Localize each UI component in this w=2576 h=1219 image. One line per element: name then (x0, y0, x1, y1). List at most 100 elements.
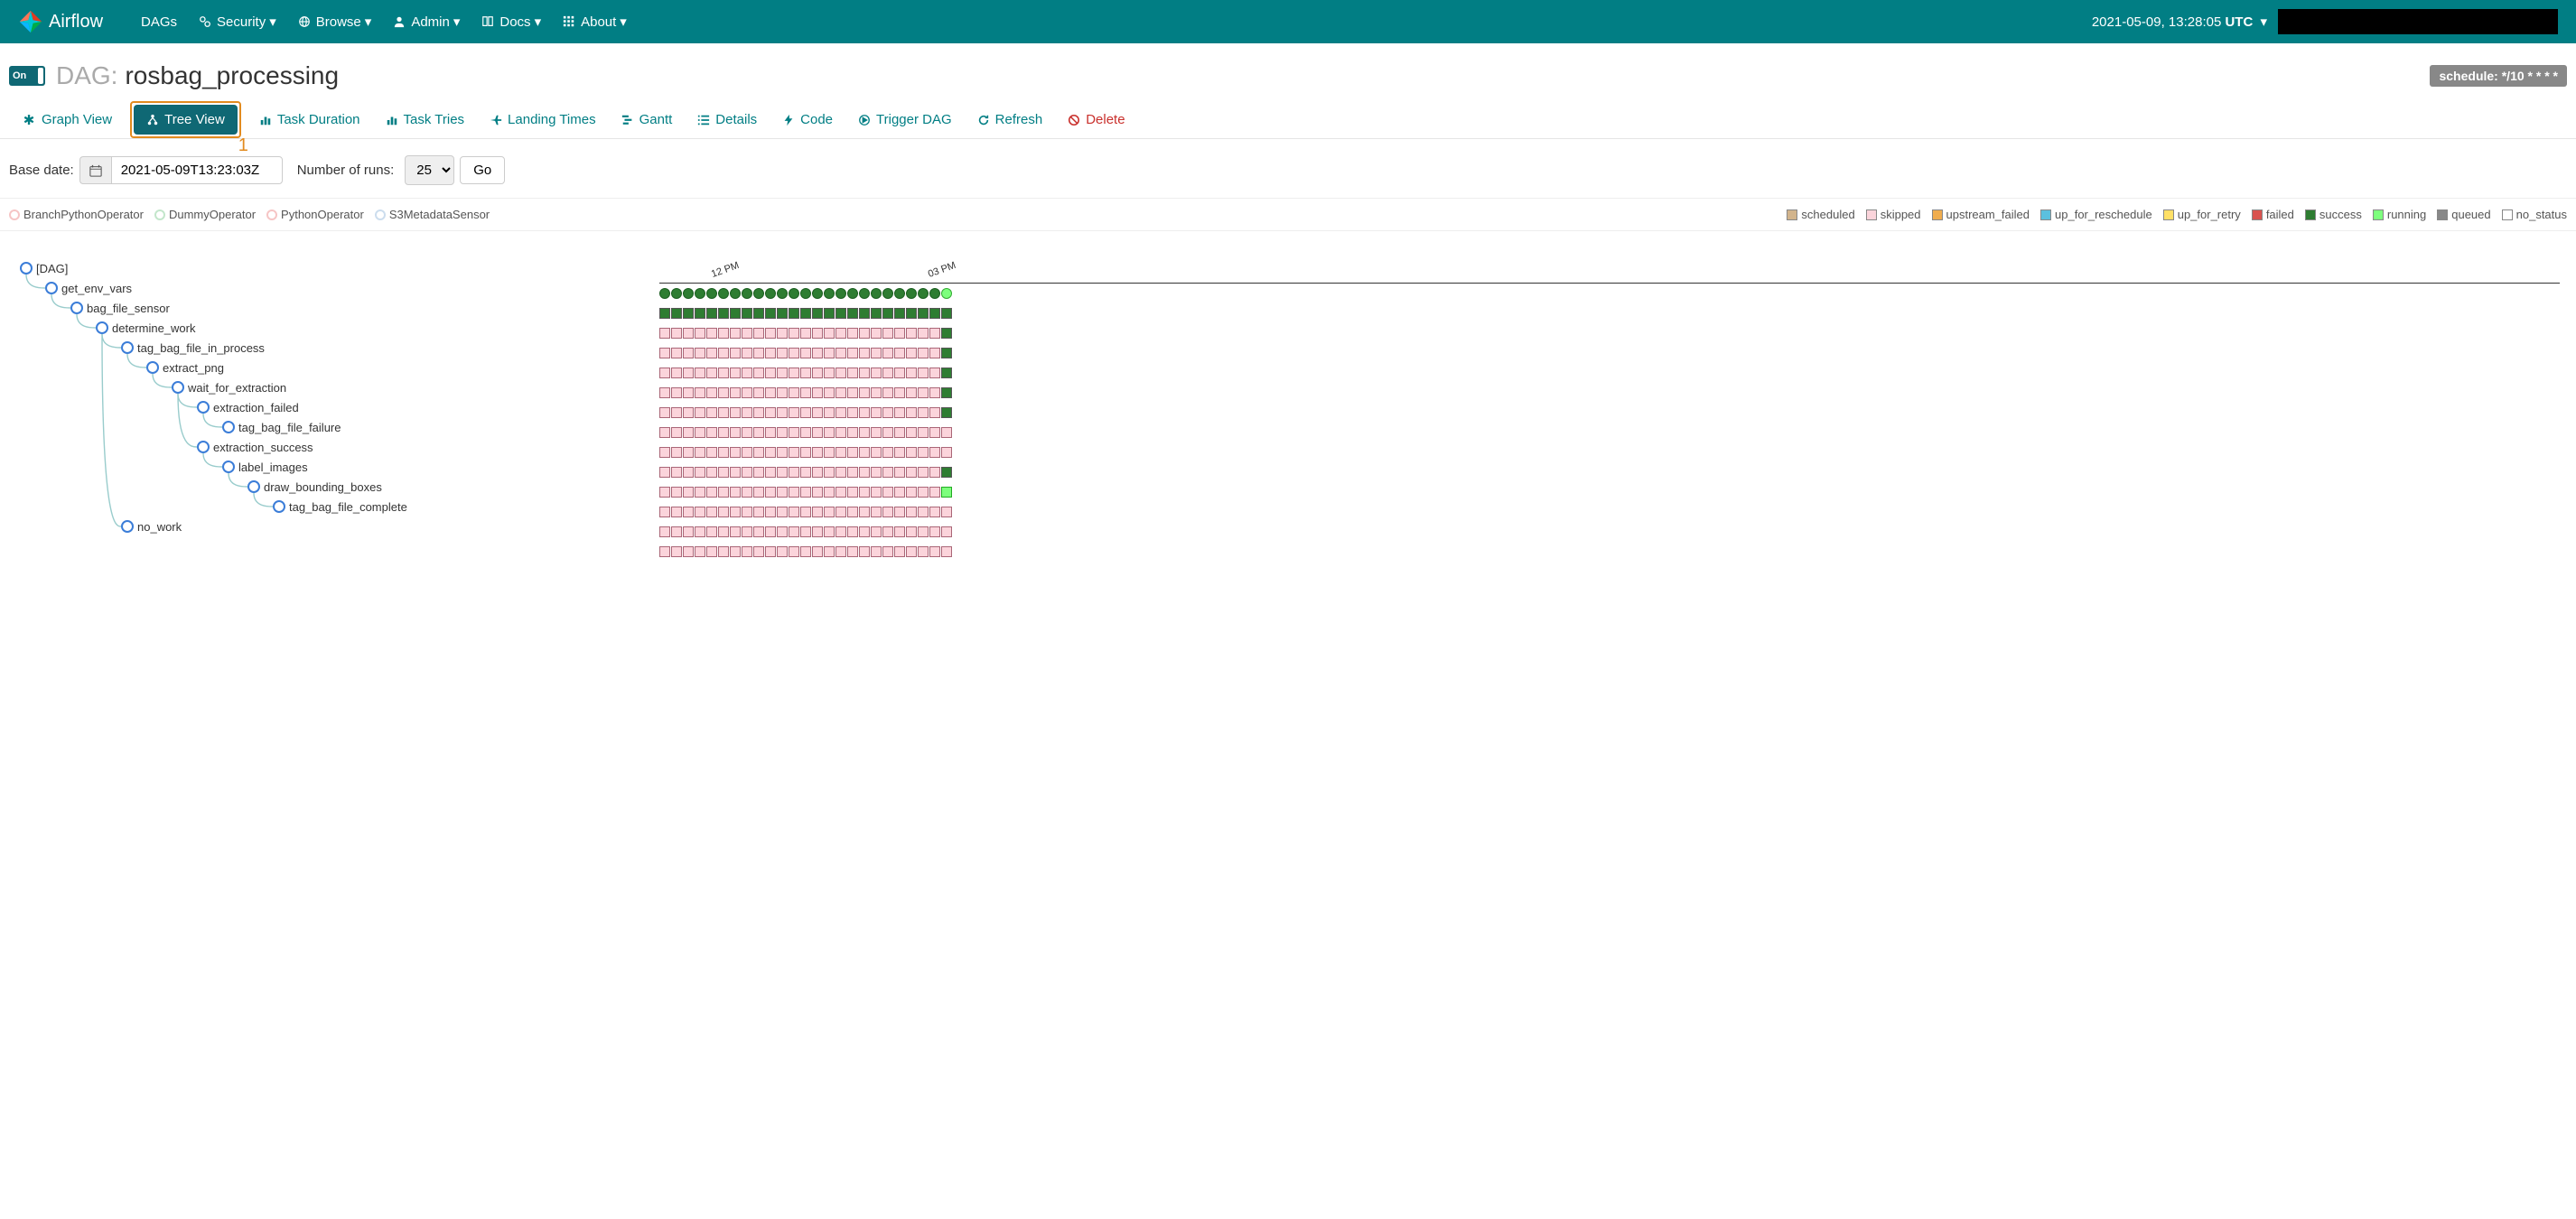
task-run-cell[interactable] (918, 308, 929, 319)
task-run-cell[interactable] (800, 447, 811, 458)
task-run-cell[interactable] (718, 427, 729, 438)
task-run-cell[interactable] (824, 546, 835, 557)
task-run-cell[interactable] (929, 368, 940, 378)
task-run-cell[interactable] (765, 328, 776, 339)
task-run-cell[interactable] (824, 308, 835, 319)
task-run-cell[interactable] (812, 526, 823, 537)
task-run-cell[interactable] (671, 348, 682, 358)
task-run-cell[interactable] (683, 308, 694, 319)
task-run-cell[interactable] (777, 467, 788, 478)
task-run-cell[interactable] (871, 348, 882, 358)
dag-run-cell[interactable] (894, 288, 905, 299)
task-run-cell[interactable] (718, 467, 729, 478)
task-run-cell[interactable] (789, 526, 799, 537)
task-run-cell[interactable] (659, 467, 670, 478)
task-run-cell[interactable] (941, 328, 952, 339)
task-run-cell[interactable] (882, 407, 893, 418)
task-run-cell[interactable] (894, 368, 905, 378)
task-run-cell[interactable] (859, 487, 870, 498)
task-run-cell[interactable] (695, 507, 705, 517)
brand[interactable]: Airflow (18, 9, 103, 34)
task-run-cell[interactable] (730, 368, 741, 378)
task-run-cell[interactable] (659, 487, 670, 498)
task-run-cell[interactable] (671, 467, 682, 478)
task-run-cell[interactable] (718, 546, 729, 557)
dag-run-cell[interactable] (695, 288, 705, 299)
tab-graph[interactable]: ✱Graph View (9, 103, 125, 137)
task-run-cell[interactable] (871, 328, 882, 339)
task-run-cell[interactable] (941, 526, 952, 537)
tab-code[interactable]: Code (770, 103, 845, 136)
task-run-cell[interactable] (659, 546, 670, 557)
task-run-cell[interactable] (812, 308, 823, 319)
task-run-cell[interactable] (789, 407, 799, 418)
tree-node[interactable]: [DAG] (20, 258, 68, 278)
tree-node[interactable]: no_work (121, 516, 182, 536)
task-run-cell[interactable] (671, 368, 682, 378)
tree-node[interactable]: tag_bag_file_in_process (121, 338, 265, 358)
task-run-cell[interactable] (789, 546, 799, 557)
task-run-cell[interactable] (918, 447, 929, 458)
task-run-cell[interactable] (859, 368, 870, 378)
task-run-cell[interactable] (812, 447, 823, 458)
task-run-cell[interactable] (847, 526, 858, 537)
task-run-cell[interactable] (871, 447, 882, 458)
dag-run-cell[interactable] (906, 288, 917, 299)
task-run-cell[interactable] (777, 447, 788, 458)
task-run-cell[interactable] (659, 328, 670, 339)
task-run-cell[interactable] (906, 387, 917, 398)
task-run-cell[interactable] (929, 348, 940, 358)
task-run-cell[interactable] (906, 348, 917, 358)
task-run-cell[interactable] (929, 546, 940, 557)
task-run-cell[interactable] (835, 487, 846, 498)
task-run-cell[interactable] (777, 427, 788, 438)
task-run-cell[interactable] (718, 526, 729, 537)
task-run-cell[interactable] (824, 487, 835, 498)
task-run-cell[interactable] (706, 467, 717, 478)
tab-details[interactable]: Details (685, 103, 770, 136)
tree-node[interactable]: extract_png (146, 358, 224, 377)
task-run-cell[interactable] (671, 447, 682, 458)
task-run-cell[interactable] (753, 447, 764, 458)
task-run-cell[interactable] (882, 348, 893, 358)
task-run-cell[interactable] (706, 546, 717, 557)
task-run-cell[interactable] (671, 507, 682, 517)
dag-run-cell[interactable] (824, 288, 835, 299)
task-run-cell[interactable] (718, 387, 729, 398)
task-run-cell[interactable] (753, 308, 764, 319)
task-run-cell[interactable] (800, 467, 811, 478)
task-run-cell[interactable] (730, 387, 741, 398)
task-run-cell[interactable] (835, 507, 846, 517)
task-run-cell[interactable] (753, 427, 764, 438)
tree-node[interactable]: tag_bag_file_failure (222, 417, 341, 437)
nav-docs[interactable]: Docs▾ (471, 0, 552, 43)
task-run-cell[interactable] (812, 487, 823, 498)
task-run-cell[interactable] (718, 348, 729, 358)
task-run-cell[interactable] (906, 487, 917, 498)
dag-run-cell[interactable] (929, 288, 940, 299)
tree-node[interactable]: draw_bounding_boxes (247, 477, 382, 497)
tab-duration[interactable]: Task Duration (247, 103, 373, 136)
task-run-cell[interactable] (777, 507, 788, 517)
task-run-cell[interactable] (871, 407, 882, 418)
task-run-cell[interactable] (730, 507, 741, 517)
task-run-cell[interactable] (765, 467, 776, 478)
dag-run-cell[interactable] (730, 288, 741, 299)
task-run-cell[interactable] (765, 387, 776, 398)
task-run-cell[interactable] (847, 467, 858, 478)
task-run-cell[interactable] (835, 447, 846, 458)
task-run-cell[interactable] (894, 407, 905, 418)
task-run-cell[interactable] (906, 507, 917, 517)
nav-browse[interactable]: Browse▾ (287, 0, 383, 43)
task-run-cell[interactable] (742, 348, 752, 358)
task-run-cell[interactable] (753, 348, 764, 358)
task-run-cell[interactable] (882, 328, 893, 339)
task-run-cell[interactable] (706, 387, 717, 398)
task-run-cell[interactable] (706, 328, 717, 339)
task-run-cell[interactable] (859, 546, 870, 557)
task-run-cell[interactable] (918, 507, 929, 517)
task-run-cell[interactable] (706, 526, 717, 537)
task-run-cell[interactable] (859, 308, 870, 319)
task-run-cell[interactable] (753, 387, 764, 398)
task-run-cell[interactable] (871, 526, 882, 537)
